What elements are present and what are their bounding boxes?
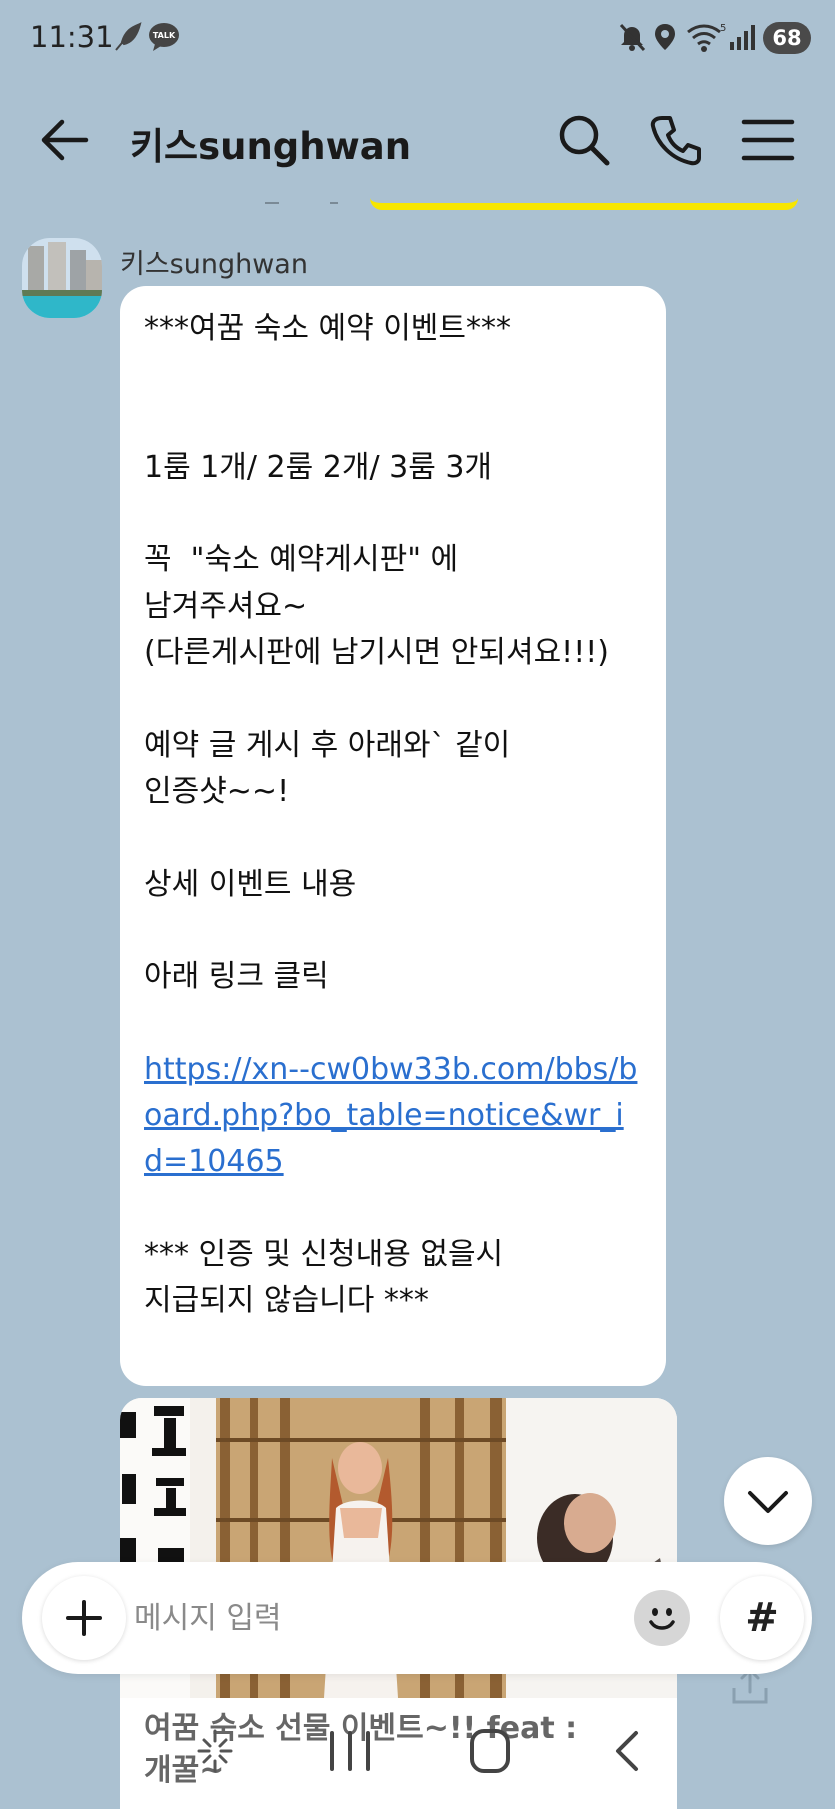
chat-header: 키스sunghwan [0, 90, 835, 190]
message-input[interactable] [134, 1592, 614, 1644]
previous-message-edge-2 [330, 202, 338, 204]
feather-icon [115, 22, 142, 51]
scroll-to-bottom-button[interactable] [724, 1457, 812, 1545]
svg-text:TALK: TALK [153, 31, 176, 40]
back-arrow-icon[interactable] [38, 116, 90, 164]
status-time: 11:31 [30, 20, 114, 54]
previous-message-edge [265, 202, 279, 204]
search-icon[interactable] [556, 112, 612, 168]
chevron-down-icon [748, 1491, 788, 1513]
avatar[interactable] [22, 238, 102, 318]
attach-button[interactable] [42, 1576, 126, 1660]
chat-title: 키스sunghwan [130, 125, 412, 168]
message-bubble: ***여꿈 숙소 예약 이벤트*** 1룸 1개/ 2룸 2개/ 3룸 3개 꼭… [120, 286, 666, 1386]
status-bar: 11:31 TALK 5 68 [0, 0, 835, 80]
message-link[interactable]: https://xn--cw0bw33b.com/bbs/board.php?b… [144, 1052, 637, 1180]
menu-icon[interactable] [740, 112, 796, 168]
svg-text:5: 5 [720, 23, 726, 34]
sender-name: 키스sunghwan [120, 249, 308, 280]
talk-icon: TALK [149, 23, 179, 51]
message-input-bar: # [22, 1562, 812, 1674]
wifi-icon: 5 [687, 23, 726, 52]
hashtag-button[interactable]: # [720, 1576, 804, 1660]
assistant-icon[interactable] [185, 1725, 245, 1777]
signal-icon [730, 25, 755, 50]
previous-own-message-bubble [370, 198, 798, 210]
emoticon-button[interactable] [634, 1590, 690, 1646]
recent-apps-icon[interactable] [320, 1725, 380, 1777]
emoji-icon [649, 1608, 675, 1630]
back-nav-icon[interactable] [600, 1725, 660, 1777]
battery-indicator: 68 [763, 22, 811, 54]
plus-icon [66, 1600, 102, 1636]
phone-icon[interactable] [648, 112, 704, 168]
mute-icon [619, 23, 646, 52]
message-text: ***여꿈 숙소 예약 이벤트*** 1룸 1개/ 2룸 2개/ 3룸 3개 꼭… [144, 311, 609, 995]
home-icon[interactable] [460, 1725, 520, 1777]
message-text-footer: *** 인증 및 신청내용 없을시 지급되지 않습니다 *** [144, 1236, 504, 1319]
location-icon [655, 24, 675, 50]
